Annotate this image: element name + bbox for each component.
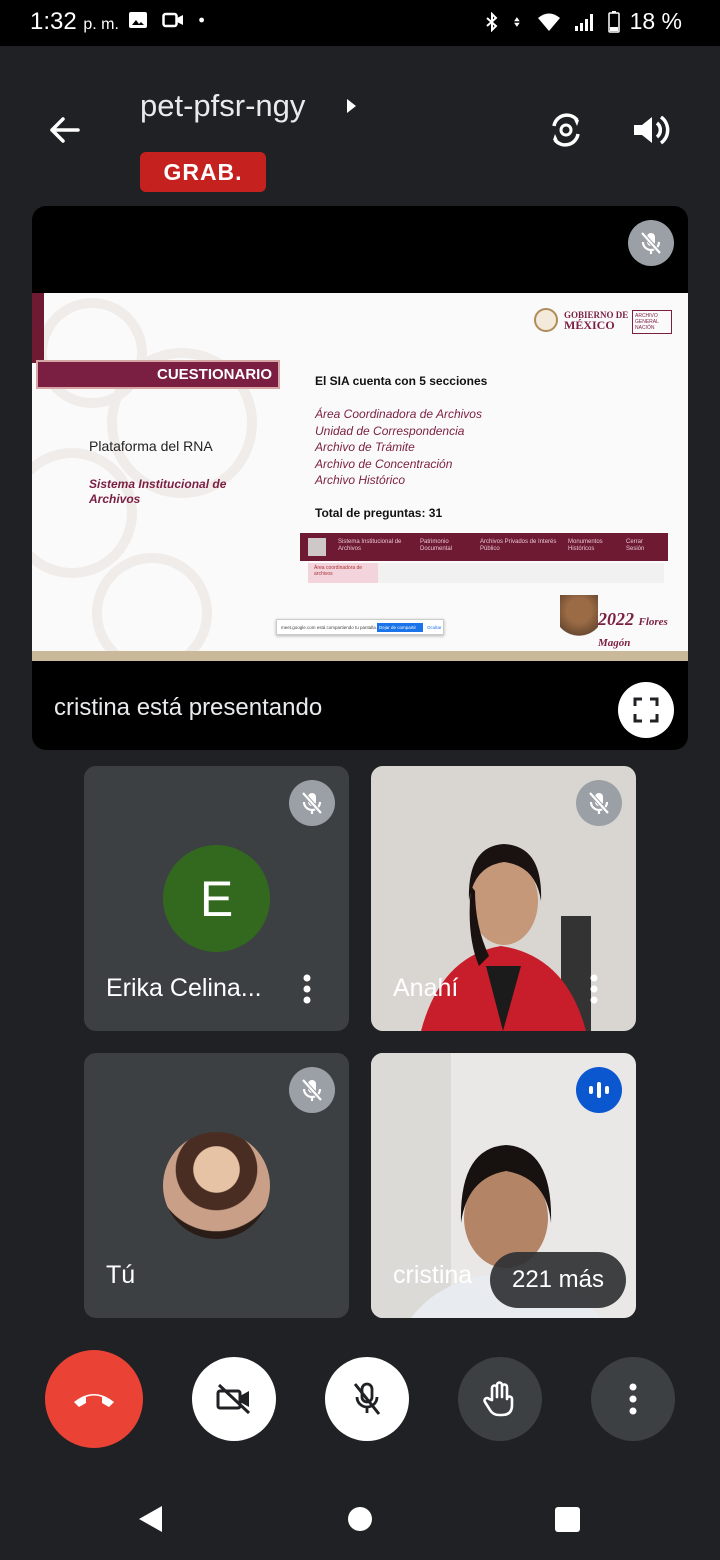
slide-heading: CUESTIONARIO xyxy=(36,360,280,389)
slide-section: Archivo de Trámite xyxy=(315,440,415,454)
participant-name: cristina xyxy=(393,1261,473,1289)
slide-platform: Plataforma del RNA xyxy=(89,438,213,454)
mic-off-icon xyxy=(628,220,674,266)
camera-toggle-button[interactable] xyxy=(192,1357,276,1441)
share-notice: meet.google.com está compartiendo tu pan… xyxy=(276,619,444,635)
more-participants-button[interactable]: 221 más xyxy=(490,1252,626,1308)
nav-back-icon[interactable] xyxy=(136,1504,164,1534)
speaking-indicator-icon xyxy=(576,1067,622,1113)
shared-slide: GOBIERNO DE MÉXICO ARCHIVO GENERAL NACIÓN… xyxy=(32,293,688,661)
fullscreen-button[interactable] xyxy=(618,682,674,738)
speaker-icon[interactable] xyxy=(628,108,672,152)
more-options-button[interactable] xyxy=(591,1357,675,1441)
slide-bottom-band xyxy=(32,651,688,661)
participant-name: Erika Celina... xyxy=(106,974,262,1002)
meeting-code[interactable]: pet-pfsr-ngy xyxy=(140,88,305,124)
hang-up-icon xyxy=(74,1394,114,1407)
slide-sections-list: Área Coordinadora de Archivos Unidad de … xyxy=(315,406,482,489)
fullscreen-icon xyxy=(633,697,659,723)
gobierno-logo: GOBIERNO DE MÉXICO xyxy=(534,308,628,332)
video-off-icon xyxy=(216,1383,251,1415)
slide-accent-bar xyxy=(32,293,44,363)
slide-sections-intro: El SIA cuenta con 5 secciones xyxy=(315,374,488,388)
slide-section: Área Coordinadora de Archivos xyxy=(315,407,482,421)
video-icon xyxy=(162,12,183,28)
raise-hand-button[interactable] xyxy=(458,1357,542,1441)
presentation-tile[interactable]: GOBIERNO DE MÉXICO ARCHIVO GENERAL NACIÓN… xyxy=(32,206,688,750)
mic-toggle-button[interactable] xyxy=(325,1357,409,1441)
bluetooth-icon xyxy=(485,11,498,32)
status-time: 1:32 p. m. xyxy=(30,8,119,35)
presenting-label: cristina está presentando xyxy=(54,694,323,721)
slide-total: Total de preguntas: 31 xyxy=(315,506,443,520)
more-options-icon[interactable] xyxy=(302,974,312,1004)
slide-submenu: Área coordinadora de archivos xyxy=(308,563,378,583)
system-nav-bar xyxy=(0,1470,720,1560)
more-vert-icon xyxy=(629,1383,637,1415)
mic-off-icon xyxy=(289,1067,335,1113)
participant-tile[interactable]: Anahí xyxy=(371,766,636,1031)
participant-name: Tú xyxy=(106,1261,136,1289)
slide-menubar: Sistema Institucional de Archivos Patrimo… xyxy=(300,533,668,561)
mic-off-icon xyxy=(289,780,335,826)
dot-icon xyxy=(199,17,204,23)
status-right: 18 % xyxy=(482,8,682,35)
participant-tile[interactable]: E Erika Celina... xyxy=(84,766,349,1031)
battery-icon xyxy=(607,10,620,33)
nav-home-icon[interactable] xyxy=(347,1506,373,1532)
gallery-icon xyxy=(129,12,147,28)
slide-submenu-row xyxy=(378,563,664,583)
wifi-icon xyxy=(537,13,560,31)
slide-section: Archivo de Concentración xyxy=(315,456,453,471)
data-arrows-icon xyxy=(513,16,520,27)
notification-icons xyxy=(128,10,210,30)
signal-icon xyxy=(574,13,593,31)
status-bar: 1:32 p. m. 18 % xyxy=(0,0,720,46)
participant-tile[interactable]: Tú xyxy=(84,1053,349,1318)
end-call-button[interactable] xyxy=(45,1350,143,1448)
recording-badge: GRAB. xyxy=(140,152,266,192)
chevron-right-icon[interactable] xyxy=(344,96,358,116)
nav-recents-icon[interactable] xyxy=(554,1506,581,1533)
avatar xyxy=(163,1132,270,1239)
slide-section: Archivo Histórico xyxy=(315,473,406,487)
agn-logo: ARCHIVO GENERAL NACIÓN xyxy=(632,310,672,334)
avatar: E xyxy=(163,845,270,952)
battery-level: 18 % xyxy=(629,8,682,34)
more-options-icon[interactable] xyxy=(589,974,599,1004)
mic-off-icon xyxy=(353,1382,381,1415)
hand-icon xyxy=(483,1381,514,1417)
switch-camera-icon[interactable] xyxy=(544,108,588,152)
back-arrow-icon[interactable] xyxy=(44,110,84,150)
flores-magon-logo: 2022 Flores Magón xyxy=(560,595,678,649)
slide-section: Unidad de Correspondencia xyxy=(315,423,465,438)
participant-name: Anahí xyxy=(393,974,459,1002)
slide-system: Sistema Institucional de Archivos xyxy=(89,477,227,506)
mic-off-icon xyxy=(576,780,622,826)
